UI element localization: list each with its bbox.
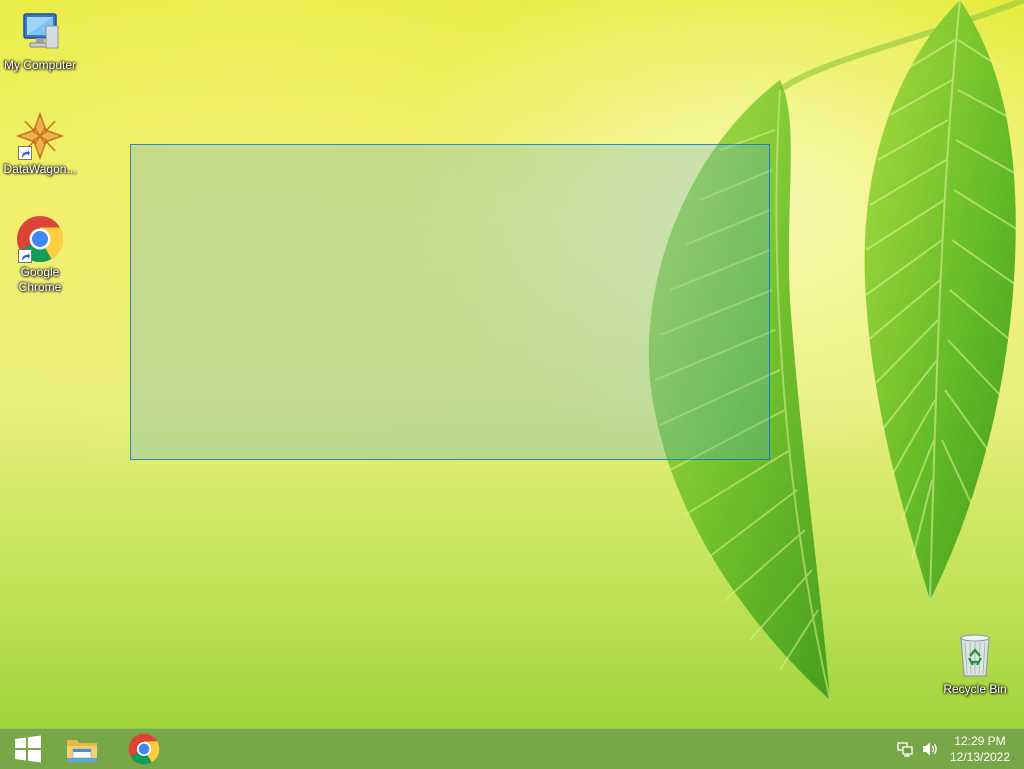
desktop-icon-label: Google Chrome <box>18 265 62 294</box>
datawagon-icon <box>15 111 65 161</box>
network-icon[interactable] <box>897 741 915 757</box>
file-explorer-icon <box>67 740 97 762</box>
desktop-icon-datawagon[interactable]: DataWagon... <box>0 111 80 177</box>
taskbar-file-explorer-button[interactable] <box>54 729 110 769</box>
taskbar: 12:29 PM 12/13/2022 <box>0 728 1024 769</box>
selection-rectangle <box>130 144 770 460</box>
chrome-icon <box>16 215 64 263</box>
recycle-bin-icon <box>951 632 999 680</box>
tray-clock[interactable]: 12:29 PM 12/13/2022 <box>948 733 1012 765</box>
desktop[interactable]: My Computer DataWagon... Google Chrome R… <box>0 0 1024 728</box>
chrome-icon <box>128 733 160 765</box>
taskbar-chrome-button[interactable] <box>116 729 172 769</box>
desktop-icon-my-computer[interactable]: My Computer <box>0 8 80 73</box>
computer-icon <box>16 8 64 56</box>
clock-time: 12:29 PM <box>954 734 1006 748</box>
windows-logo-icon <box>15 735 41 763</box>
start-button[interactable] <box>0 729 56 769</box>
desktop-icon-google-chrome[interactable]: Google Chrome <box>0 215 80 295</box>
shortcut-arrow-icon <box>18 146 32 160</box>
desktop-icon-label: Recycle Bin <box>943 682 1007 696</box>
clock-date: 12/13/2022 <box>949 750 1011 764</box>
desktop-icon-label: DataWagon... <box>3 162 77 176</box>
desktop-icon-recycle-bin[interactable]: Recycle Bin <box>935 632 1015 697</box>
shortcut-arrow-icon <box>18 249 32 263</box>
volume-icon[interactable] <box>921 741 939 757</box>
desktop-icon-label: My Computer <box>3 58 77 72</box>
